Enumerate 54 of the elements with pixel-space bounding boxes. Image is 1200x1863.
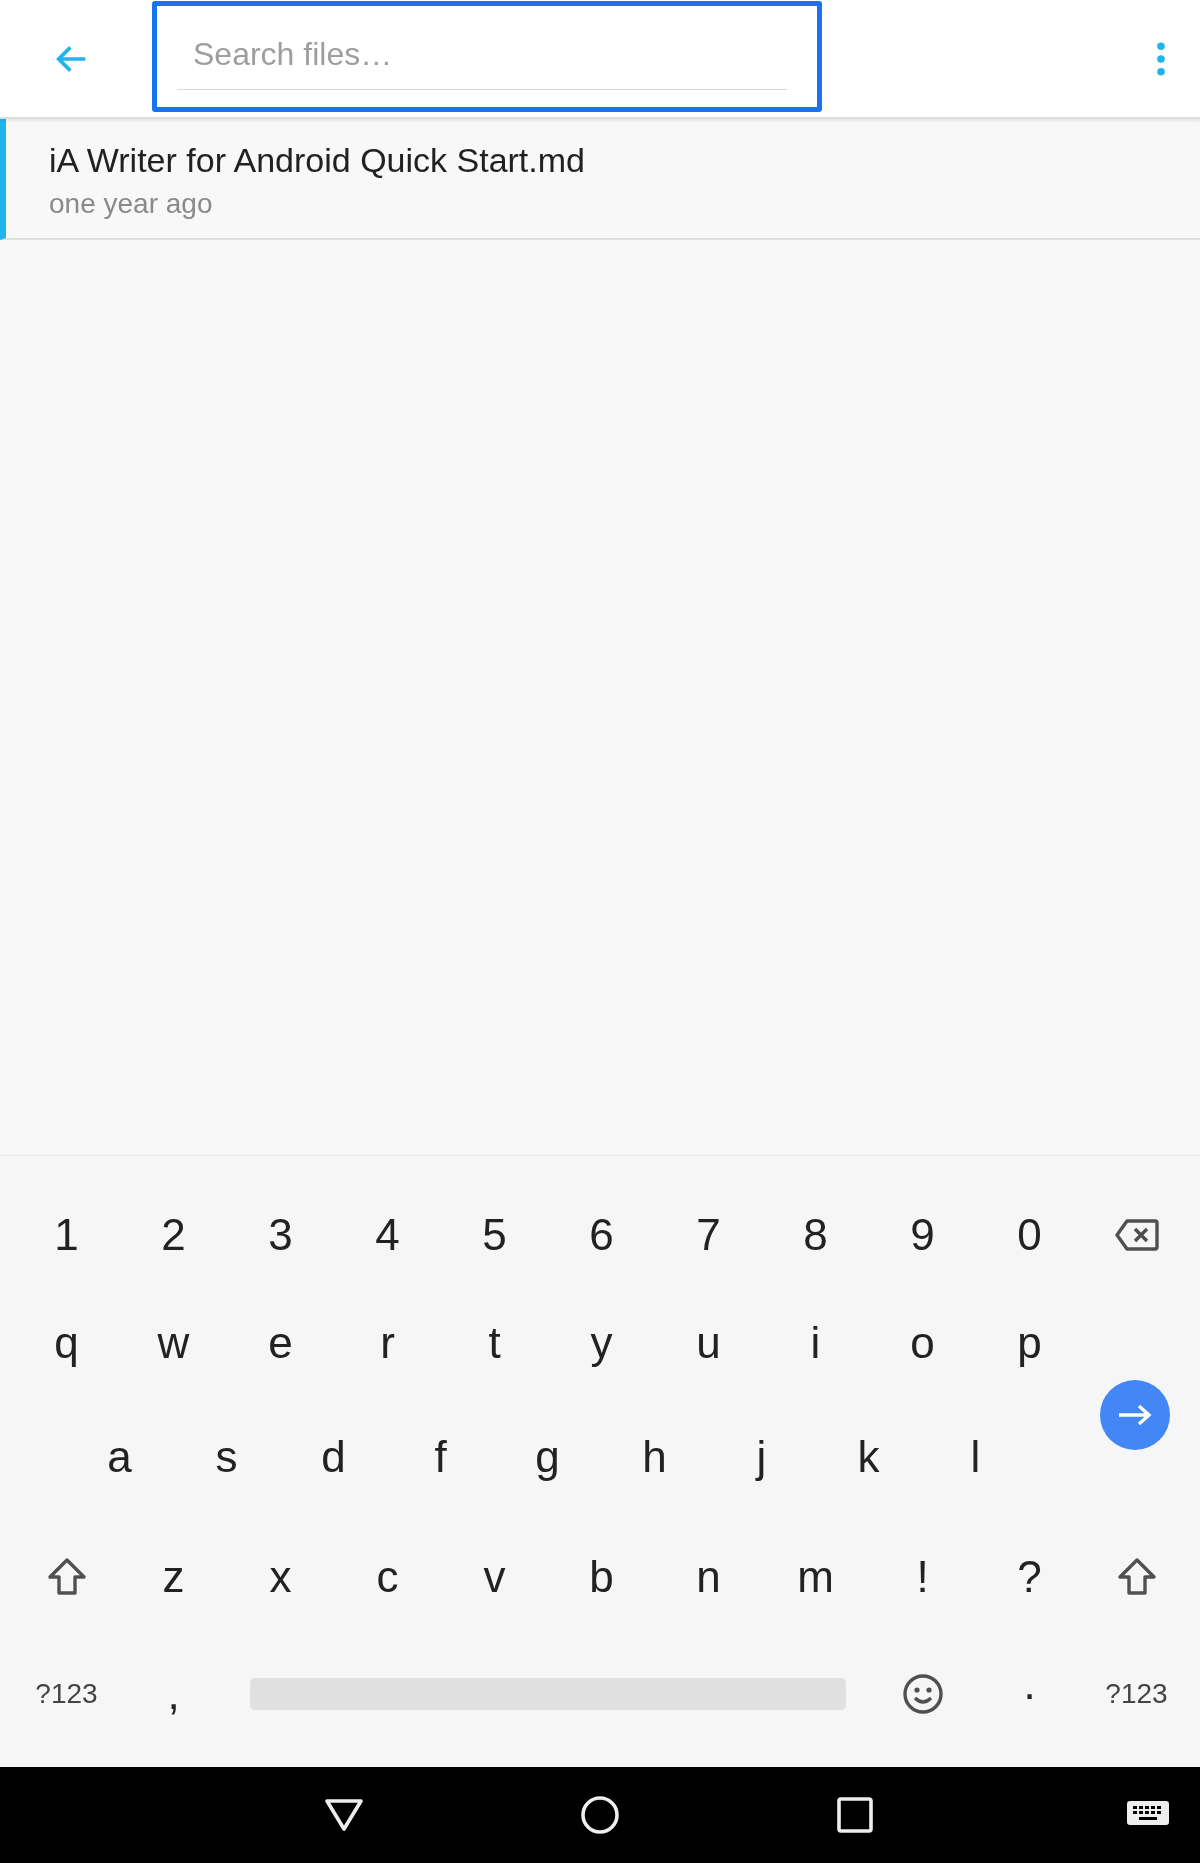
key[interactable]: n bbox=[655, 1541, 762, 1612]
shift-icon[interactable] bbox=[46, 1556, 87, 1597]
key[interactable]: · bbox=[976, 1659, 1083, 1729]
key[interactable]: f bbox=[387, 1422, 494, 1492]
key[interactable]: 1 bbox=[13, 1200, 120, 1270]
smiley-icon[interactable] bbox=[901, 1673, 944, 1715]
key[interactable]: p bbox=[976, 1307, 1083, 1378]
key[interactable]: g bbox=[494, 1422, 601, 1492]
key[interactable]: 2 bbox=[120, 1200, 227, 1270]
key[interactable]: l bbox=[922, 1422, 1029, 1492]
key[interactable]: ! bbox=[869, 1541, 976, 1612]
key[interactable]: e bbox=[227, 1307, 334, 1378]
key[interactable]: r bbox=[334, 1307, 441, 1378]
key[interactable]: k bbox=[815, 1422, 922, 1492]
key[interactable]: 9 bbox=[869, 1200, 976, 1270]
key[interactable]: a bbox=[66, 1422, 173, 1492]
key[interactable]: 6 bbox=[548, 1200, 655, 1270]
key[interactable]: u bbox=[655, 1307, 762, 1378]
key[interactable]: h bbox=[601, 1422, 708, 1492]
file-name: iA Writer for Android Quick Start.md bbox=[49, 141, 586, 180]
key[interactable]: w bbox=[120, 1307, 227, 1378]
key[interactable]: 3 bbox=[227, 1200, 334, 1270]
key[interactable]: b bbox=[548, 1541, 655, 1612]
key[interactable]: s bbox=[173, 1422, 280, 1492]
key[interactable]: 7 bbox=[655, 1200, 762, 1270]
file-date: one year ago bbox=[49, 188, 214, 220]
key[interactable]: m bbox=[762, 1541, 869, 1612]
key[interactable]: x bbox=[227, 1541, 334, 1612]
search-field[interactable]: Search files… bbox=[152, 1, 822, 112]
key[interactable]: 0 bbox=[976, 1200, 1083, 1270]
backspace-icon[interactable] bbox=[1114, 1219, 1159, 1251]
key[interactable]: v bbox=[441, 1541, 548, 1612]
key[interactable]: z bbox=[120, 1541, 227, 1612]
home-circle-icon[interactable] bbox=[580, 1795, 620, 1835]
key[interactable]: q bbox=[13, 1307, 120, 1378]
shift-icon[interactable] bbox=[1116, 1556, 1157, 1597]
key[interactable]: i bbox=[762, 1307, 869, 1378]
key[interactable]: , bbox=[120, 1659, 227, 1729]
key[interactable]: o bbox=[869, 1307, 976, 1378]
symbols-key[interactable]: ?123 bbox=[1083, 1659, 1190, 1729]
key[interactable]: j bbox=[708, 1422, 815, 1492]
symbols-key[interactable]: ?123 bbox=[13, 1659, 120, 1729]
key[interactable]: ? bbox=[976, 1541, 1083, 1612]
file-item[interactable]: iA Writer for Android Quick Start.md one year ago bbox=[0, 119, 1200, 240]
key[interactable]: y bbox=[548, 1307, 655, 1378]
back-triangle-icon[interactable] bbox=[324, 1797, 364, 1833]
key[interactable]: 5 bbox=[441, 1200, 548, 1270]
arrow-right-icon bbox=[1117, 1403, 1153, 1427]
key[interactable]: t bbox=[441, 1307, 548, 1378]
recents-square-icon[interactable] bbox=[837, 1797, 873, 1833]
key[interactable]: d bbox=[280, 1422, 387, 1492]
key[interactable]: 8 bbox=[762, 1200, 869, 1270]
key[interactable]: 4 bbox=[334, 1200, 441, 1270]
key[interactable]: c bbox=[334, 1541, 441, 1612]
